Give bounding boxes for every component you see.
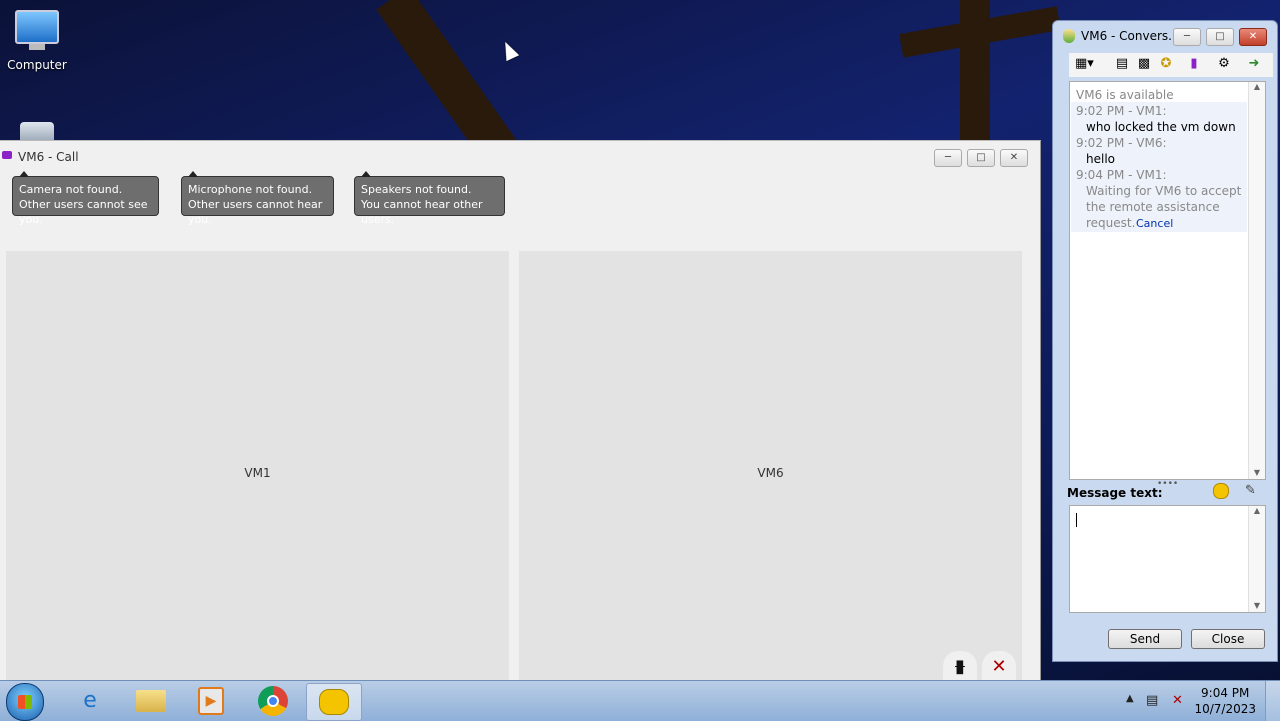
taskbar-internet-explorer[interactable]: e — [63, 683, 117, 719]
call-window: VM6 - Call ─ □ ✕ Camera not found. Other… — [0, 140, 1041, 681]
chrome-icon — [258, 686, 288, 716]
microphone-off-icon: ✕ — [991, 656, 1007, 677]
message-header: 9:02 PM - VM1: — [1076, 104, 1167, 118]
status-text: VM6 is available — [1076, 88, 1174, 102]
desktop-icon-recycle-bin[interactable] — [0, 118, 77, 142]
tooltip-line: Microphone not found. — [188, 183, 313, 196]
desktop-icon-label: Computer — [7, 58, 67, 72]
video-pane-vm6: VM6 — [519, 251, 1022, 681]
taskbar-clock[interactable]: 9:04 PM 10/7/2023 — [1194, 685, 1256, 717]
windows-logo-icon — [18, 695, 32, 709]
wallpaper-beam — [960, 0, 990, 140]
media-player-icon: ▶ — [198, 687, 224, 715]
taskbar: e ▶ ▲ ▤ ✕ 9:04 PM 10/7/2023 — [0, 680, 1280, 721]
clock-date: 10/7/2023 — [1194, 702, 1256, 716]
close-button[interactable]: ✕ — [1239, 28, 1267, 46]
file-explorer-icon — [136, 690, 166, 712]
remote-assistance-icon[interactable]: ⚙ — [1215, 55, 1233, 73]
clock-time: 9:04 PM — [1201, 686, 1250, 700]
message-scrollbar[interactable]: ▲ ▼ — [1248, 506, 1265, 612]
activities-menu-icon[interactable]: ▦▾ — [1075, 55, 1094, 73]
video-pane-vm1: VM1 — [6, 251, 509, 681]
start-button[interactable] — [6, 683, 44, 721]
font-format-icon[interactable]: ✎ — [1245, 483, 1256, 498]
close-conversation-button[interactable]: Close — [1191, 629, 1265, 649]
desktop-icon-computer[interactable]: Computer — [0, 2, 77, 72]
minimize-button[interactable]: ─ — [1173, 28, 1201, 46]
minimize-button[interactable]: ─ — [934, 149, 962, 167]
message-text: Waiting for VM6 to accept — [1086, 184, 1242, 198]
message-header: 9:02 PM - VM6: — [1076, 136, 1167, 150]
taskbar-file-explorer[interactable] — [124, 683, 178, 719]
camera-off-button[interactable]: ▮ — [943, 651, 977, 681]
tooltip-line: You cannot hear other users. — [361, 198, 483, 226]
camera-off-icon: ▮ — [955, 656, 965, 677]
message-header: 9:04 PM - VM1: — [1076, 168, 1167, 182]
message-text-label: Message text: — [1067, 486, 1163, 500]
microphone-off-button[interactable]: ✕ — [982, 651, 1016, 681]
show-desktop-button[interactable] — [1265, 681, 1280, 721]
message-text: who locked the vm down — [1086, 120, 1236, 134]
close-button[interactable]: ✕ — [1000, 149, 1028, 167]
text-caret — [1076, 513, 1077, 527]
games-icon[interactable]: ✪ — [1157, 55, 1175, 73]
tooltip-line: Camera not found. — [19, 183, 123, 196]
message-text: the remote assistance — [1086, 200, 1220, 214]
video-pane-label: VM6 — [757, 466, 784, 480]
conversation-window: VM6 - Convers... ─ □ ✕ ▦▾ ▤ ▩ ✪ ▮ ⚙ ➜ VM… — [1052, 20, 1278, 662]
emoticon-icon[interactable] — [1213, 483, 1229, 499]
microphone-not-found-tooltip: Microphone not found. Other users cannot… — [181, 171, 334, 226]
volume-muted-icon[interactable]: ✕ — [1172, 693, 1183, 708]
conversation-window-title: VM6 - Convers... — [1081, 29, 1180, 43]
taskbar-messenger[interactable] — [306, 683, 362, 721]
recycle-bin-icon — [20, 122, 54, 142]
taskbar-chrome[interactable] — [246, 683, 300, 719]
camera-not-found-tooltip: Camera not found. Other users cannot see… — [12, 171, 159, 226]
show-hidden-icons-button[interactable]: ▲ — [1126, 693, 1134, 704]
conversation-toolbar: ▦▾ ▤ ▩ ✪ ▮ ⚙ ➜ — [1069, 53, 1273, 77]
tooltip-line: Speakers not found. — [361, 183, 472, 196]
history-scrollbar[interactable]: ▲ ▼ — [1248, 82, 1265, 479]
cancel-link[interactable]: Cancel — [1136, 217, 1173, 230]
conversation-history: VM6 is available 9:02 PM - VM1: who lock… — [1069, 81, 1266, 480]
maximize-button[interactable]: □ — [967, 149, 995, 167]
exit-icon[interactable]: ➜ — [1245, 55, 1263, 73]
video-call-icon[interactable]: ▮ — [1185, 55, 1203, 73]
send-file-icon[interactable]: ▤ — [1113, 55, 1131, 73]
mouse-cursor — [498, 38, 520, 62]
messenger-icon — [319, 689, 349, 715]
speakers-not-found-tooltip: Speakers not found. You cannot hear othe… — [354, 171, 505, 226]
maximize-button[interactable]: □ — [1206, 28, 1234, 46]
message-text: request. — [1086, 216, 1136, 230]
taskbar-media-player[interactable]: ▶ — [184, 683, 238, 719]
message-text: hello — [1086, 152, 1115, 166]
internet-explorer-icon: e — [83, 688, 97, 713]
call-window-title: VM6 - Call — [18, 150, 79, 164]
invite-icon[interactable]: ▩ — [1135, 55, 1153, 73]
tooltip-line: Other users cannot hear you. — [188, 198, 323, 226]
video-pane-label: VM1 — [244, 466, 271, 480]
contact-icon — [1063, 29, 1075, 43]
message-input[interactable]: ▲ ▼ — [1069, 505, 1266, 613]
computer-icon — [15, 10, 59, 50]
tooltip-line: Other users cannot see you. — [19, 198, 148, 226]
video-camera-icon — [2, 151, 12, 159]
send-button[interactable]: Send — [1108, 629, 1182, 649]
network-icon[interactable]: ▤ — [1146, 693, 1158, 708]
